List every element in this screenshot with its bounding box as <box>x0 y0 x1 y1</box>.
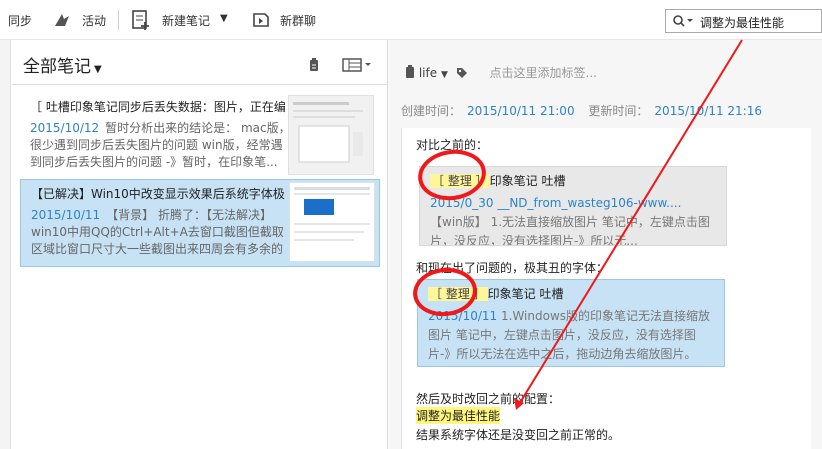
annotation-arrow <box>514 39 743 410</box>
